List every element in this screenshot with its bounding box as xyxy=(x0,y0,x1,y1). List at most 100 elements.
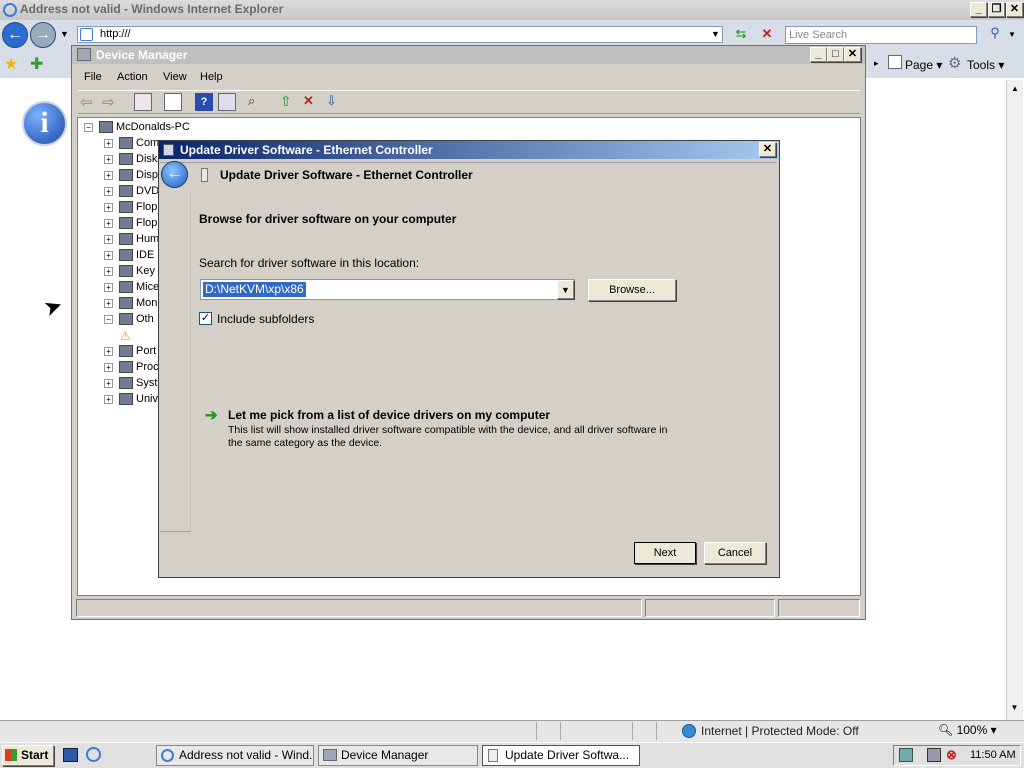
scroll-down-icon[interactable]: ▼ xyxy=(1006,703,1023,719)
tree-item[interactable]: + Mon xyxy=(104,297,157,313)
expand-icon[interactable]: + xyxy=(104,170,113,180)
forward-icon[interactable]: → xyxy=(30,22,56,48)
expand-icon[interactable]: + xyxy=(104,282,113,292)
add-favorites-icon[interactable]: ✚ xyxy=(30,54,43,74)
tree-item[interactable]: + Proc xyxy=(104,361,159,377)
tree-item[interactable]: + IDE xyxy=(104,249,154,265)
toolbar-back-icon[interactable]: ⇦ xyxy=(80,93,98,111)
zoom-control[interactable]: 🔍︎ 100% ▾ xyxy=(938,723,997,737)
tree-item[interactable]: + Key xyxy=(104,265,155,281)
menu-action[interactable]: Action xyxy=(117,71,148,83)
ie-scrollbar[interactable]: ▲ xyxy=(1006,80,1023,720)
security-zone-text: Internet | Protected Mode: Off xyxy=(701,724,859,738)
task-update-driver[interactable]: Update Driver Softwa... xyxy=(482,745,640,766)
expand-icon[interactable]: + xyxy=(104,138,113,148)
include-subfolders-checkbox[interactable]: ✓ xyxy=(199,312,212,325)
tree-item[interactable]: + Disp xyxy=(104,169,158,185)
dm-close-button[interactable]: ✕ xyxy=(844,47,861,62)
search-icon[interactable]: ⚲ xyxy=(985,25,1005,45)
expand-icon[interactable]: + xyxy=(104,378,113,388)
expand-icon[interactable]: + xyxy=(104,234,113,244)
tools-menu[interactable]: Tools ▾ xyxy=(967,58,1004,72)
ie-close-button[interactable]: ✕ xyxy=(1006,2,1023,17)
cancel-button[interactable]: Cancel xyxy=(704,542,766,564)
network-adapter-icon xyxy=(201,168,208,182)
expand-icon[interactable]: + xyxy=(104,298,113,308)
pick-driver-link[interactable]: Let me pick from a list of device driver… xyxy=(228,408,550,422)
clock[interactable]: 11:50 AM xyxy=(970,749,1016,761)
address-dropdown-icon[interactable]: ▼ xyxy=(709,27,722,42)
tree-item[interactable]: + Hum xyxy=(104,233,159,249)
display-tray-icon[interactable] xyxy=(927,748,941,762)
dialog-close-button[interactable]: ✕ xyxy=(759,142,776,157)
tree-item[interactable]: + Port xyxy=(104,345,156,361)
menu-file[interactable]: File xyxy=(84,71,102,83)
expand-icon[interactable]: + xyxy=(104,154,113,164)
expand-icon[interactable]: + xyxy=(104,202,113,212)
live-search-input[interactable]: Live Search xyxy=(785,26,977,44)
properties-icon[interactable] xyxy=(164,93,182,111)
volume-muted-icon[interactable]: ⊗ xyxy=(946,747,957,763)
uninstall-icon[interactable]: ✕ xyxy=(303,93,321,111)
dialog-title: Update Driver Software - Ethernet Contro… xyxy=(159,141,779,159)
address-bar[interactable]: http:/// xyxy=(77,26,723,43)
tree-item[interactable]: + Flop xyxy=(104,217,157,233)
tree-item-label: Disk xyxy=(136,153,158,165)
favorites-star-icon[interactable]: ★ xyxy=(4,54,18,74)
menu-view[interactable]: View xyxy=(163,71,187,83)
task-device-manager[interactable]: Device Manager xyxy=(318,745,478,766)
tree-item[interactable]: ⚠ xyxy=(120,329,131,345)
dm-minimize-button[interactable]: _ xyxy=(810,47,827,62)
ie-logo-icon xyxy=(3,3,17,17)
refresh-icon[interactable]: ⇆ xyxy=(731,26,751,44)
help-icon[interactable]: ? xyxy=(195,93,213,111)
show-desktop-icon[interactable] xyxy=(63,748,78,762)
browse-button[interactable]: Browse... xyxy=(588,279,676,301)
tree-item[interactable]: − Oth xyxy=(104,313,154,329)
page-menu[interactable]: Page ▾ xyxy=(905,58,942,72)
menu-help[interactable]: Help xyxy=(200,71,223,83)
disable-icon[interactable]: ⇩ xyxy=(326,93,344,111)
tree-item[interactable]: + Flop xyxy=(104,201,157,217)
expand-icon[interactable]: + xyxy=(104,186,113,196)
expand-icon[interactable]: + xyxy=(104,346,113,356)
device-category-icon xyxy=(119,281,133,294)
expand-icon[interactable]: + xyxy=(104,218,113,228)
stop-icon[interactable]: ✕ xyxy=(758,26,776,44)
tree-item[interactable]: + Univ xyxy=(104,393,158,409)
tree-item[interactable]: + Disk xyxy=(104,153,157,169)
back-icon[interactable]: ← xyxy=(2,22,28,48)
network-tray-icon[interactable] xyxy=(899,748,913,762)
task-update-icon xyxy=(488,749,498,762)
tree-item[interactable]: + DVD xyxy=(104,185,159,201)
dm-maximize-button[interactable]: □ xyxy=(827,47,844,62)
expand-icon[interactable]: + xyxy=(104,266,113,276)
tree-root[interactable]: − McDonalds-PC xyxy=(84,121,190,137)
collapse-icon[interactable]: − xyxy=(104,314,113,324)
driver-path-value[interactable]: D:\NetKVM\xp\x86 xyxy=(203,282,306,297)
search-options-icon[interactable]: ▼ xyxy=(1008,30,1016,39)
tree-item[interactable]: + Syst xyxy=(104,377,157,393)
update-driver-icon[interactable]: ⇧ xyxy=(280,93,298,111)
expand-icon[interactable]: + xyxy=(104,394,113,404)
ie-minimize-button[interactable]: _ xyxy=(970,2,987,17)
console-tree-icon[interactable] xyxy=(134,93,152,111)
scan-hardware-icon[interactable]: ⌕ xyxy=(248,93,266,111)
collapse-icon[interactable]: − xyxy=(84,122,93,132)
next-button[interactable]: Next xyxy=(634,542,696,564)
expand-icon[interactable]: + xyxy=(104,362,113,372)
device-category-icon xyxy=(119,169,133,182)
wizard-back-button[interactable]: ← xyxy=(161,161,188,188)
path-dropdown-icon[interactable]: ▼ xyxy=(557,280,574,299)
ie-quicklaunch-icon[interactable] xyxy=(86,747,101,762)
ie-restore-button[interactable]: ❐ xyxy=(988,2,1005,17)
tree-item-label: Flop xyxy=(136,217,158,229)
tree-item[interactable]: + Com xyxy=(104,137,159,153)
expand-icon[interactable]: + xyxy=(104,250,113,260)
view-icon[interactable] xyxy=(218,93,236,111)
recent-pages-icon[interactable]: ▼ xyxy=(60,29,69,39)
more-tools-icon[interactable]: ▸ xyxy=(874,58,879,69)
toolbar-forward-icon[interactable]: ⇨ xyxy=(102,93,120,111)
tree-item[interactable]: + Mice xyxy=(104,281,159,297)
task-ie[interactable]: Address not valid - Wind... xyxy=(156,745,314,766)
